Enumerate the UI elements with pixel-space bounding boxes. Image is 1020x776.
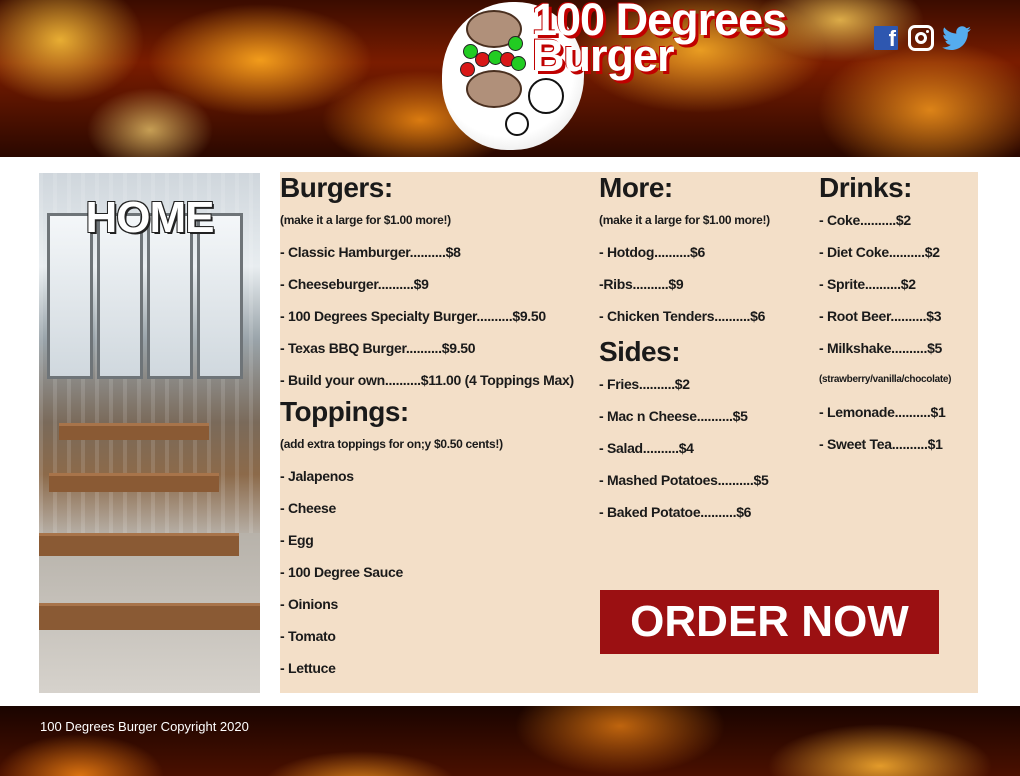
menu-item: - Diet Coke..........$2 bbox=[819, 244, 940, 260]
burgers-note: (make it a large for $1.00 more!) bbox=[280, 213, 451, 227]
copyright-text: 100 Degrees Burger Copyright 2020 bbox=[40, 719, 249, 734]
home-link[interactable]: HOME bbox=[39, 193, 260, 243]
order-now-button[interactable]: ORDER NOW bbox=[600, 590, 939, 654]
topping-dot-icon bbox=[508, 36, 523, 51]
twitter-icon[interactable] bbox=[942, 26, 972, 50]
menu-panel: Burgers: (make it a large for $1.00 more… bbox=[280, 172, 978, 693]
menu-item: - Coke..........$2 bbox=[819, 212, 911, 228]
topping-item: - Egg bbox=[280, 532, 314, 548]
menu-item: - Cheeseburger..........$9 bbox=[280, 276, 429, 292]
table-graphic bbox=[49, 473, 219, 492]
drinks-heading: Drinks: bbox=[819, 172, 912, 203]
toppings-note: (add extra toppings for on;y $0.50 cents… bbox=[280, 437, 503, 451]
bubble-icon bbox=[528, 78, 564, 114]
home-nav-tile[interactable]: HOME bbox=[39, 173, 260, 693]
footer: 100 Degrees Burger Copyright 2020 bbox=[0, 706, 1020, 776]
more-note: (make it a large for $1.00 more!) bbox=[599, 213, 770, 227]
topping-item: - Cheese bbox=[280, 500, 336, 516]
topping-item: - Tomato bbox=[280, 628, 336, 644]
table-graphic bbox=[39, 603, 260, 630]
table-graphic bbox=[39, 533, 239, 556]
brand-title[interactable]: 100 Degrees Burger bbox=[532, 0, 787, 78]
drinks-column: Drinks: - Coke..........$2 - Diet Coke..… bbox=[819, 172, 951, 460]
table-graphic bbox=[59, 423, 209, 440]
menu-item: - Mashed Potatoes..........$5 bbox=[599, 472, 769, 488]
bubble-icon bbox=[505, 112, 529, 136]
header-banner: 100 Degrees Burger f bbox=[0, 0, 1020, 157]
menu-item: - Milkshake..........$5 bbox=[819, 340, 943, 356]
menu-item: - Salad..........$4 bbox=[599, 440, 694, 456]
menu-item: - Root Beer..........$3 bbox=[819, 308, 942, 324]
menu-item: - Sweet Tea..........$1 bbox=[819, 436, 943, 452]
more-column: More: (make it a large for $1.00 more!) … bbox=[599, 172, 770, 528]
menu-item: - Lemonade..........$1 bbox=[819, 404, 946, 420]
menu-item: - Sprite..........$2 bbox=[819, 276, 916, 292]
menu-item: - Hotdog..........$6 bbox=[599, 244, 706, 260]
menu-item: - 100 Degrees Specialty Burger..........… bbox=[280, 308, 546, 324]
topping-item: - Jalapenos bbox=[280, 468, 354, 484]
menu-item: - Build your own..........$11.00 (4 Topp… bbox=[280, 372, 574, 388]
topping-item: - Lettuce bbox=[280, 660, 336, 676]
bottom-bun-icon bbox=[466, 70, 522, 108]
burgers-column: Burgers: (make it a large for $1.00 more… bbox=[280, 172, 574, 684]
menu-item: -Ribs..........$9 bbox=[599, 276, 684, 292]
menu-item: - Chicken Tenders..........$6 bbox=[599, 308, 766, 324]
more-heading: More: bbox=[599, 172, 673, 203]
topping-dot-icon bbox=[460, 62, 475, 77]
sides-heading: Sides: bbox=[599, 336, 681, 367]
topping-item: - Oinions bbox=[280, 596, 338, 612]
instagram-icon[interactable] bbox=[908, 25, 934, 51]
menu-item: - Baked Potatoe..........$6 bbox=[599, 504, 752, 520]
menu-item: - Mac n Cheese..........$5 bbox=[599, 408, 748, 424]
milkshake-flavors-note: (strawberry/vanilla/chocolate) bbox=[819, 374, 952, 385]
burgers-heading: Burgers: bbox=[280, 172, 393, 203]
menu-item: - Classic Hamburger..........$8 bbox=[280, 244, 461, 260]
facebook-icon[interactable]: f bbox=[874, 26, 898, 51]
topping-dot-icon bbox=[511, 56, 526, 71]
menu-item: - Fries..........$2 bbox=[599, 376, 690, 392]
twitter-bird-icon bbox=[942, 26, 971, 50]
toppings-heading: Toppings: bbox=[280, 396, 409, 427]
topping-item: - 100 Degree Sauce bbox=[280, 564, 404, 580]
menu-item: - Texas BBQ Burger..........$9.50 bbox=[280, 340, 476, 356]
